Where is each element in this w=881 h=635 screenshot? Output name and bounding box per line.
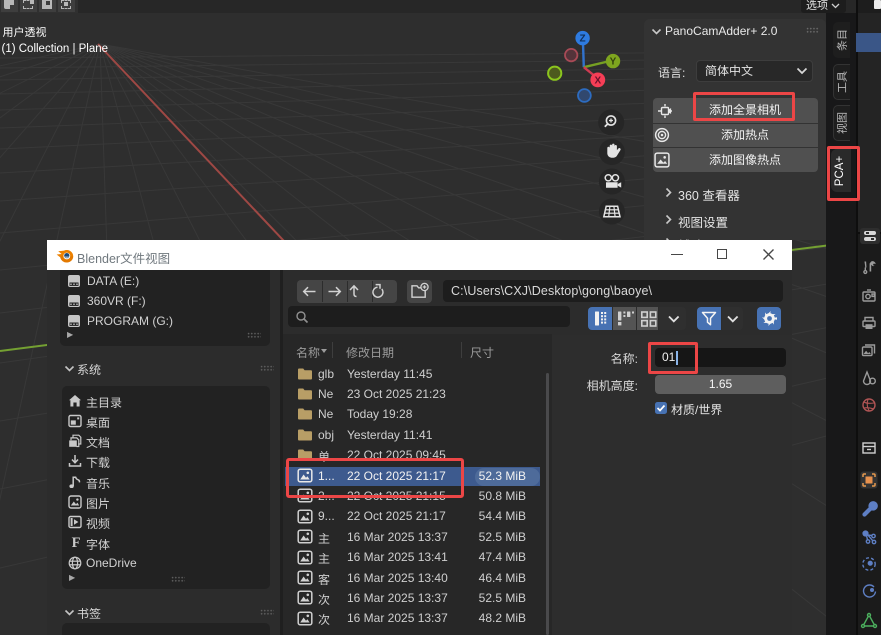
svg-text:X: X xyxy=(594,76,601,87)
svg-text:Y: Y xyxy=(610,57,617,68)
svg-text:Z: Z xyxy=(580,34,586,45)
